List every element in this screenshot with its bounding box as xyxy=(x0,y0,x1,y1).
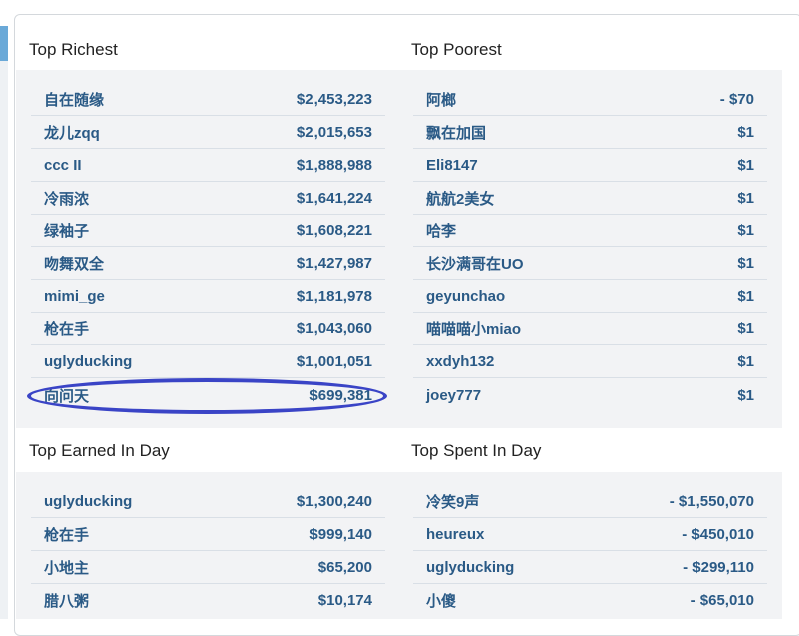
player-money: $1,300,240 xyxy=(296,493,372,510)
player-name[interactable]: 龙儿zqq xyxy=(31,122,100,143)
spent-row[interactable]: 冷笑9声 - $1,550,070 xyxy=(413,486,767,518)
player-money: $1 xyxy=(737,222,754,239)
top-earned-in-day-title: Top Earned In Day xyxy=(29,441,170,460)
player-money: $1 xyxy=(737,255,754,272)
player-money: $1 xyxy=(737,288,754,305)
player-money: $65,200 xyxy=(317,559,372,576)
player-money: $2,015,653 xyxy=(296,124,372,141)
richest-row[interactable]: mimi_ge $1,181,978 xyxy=(31,281,385,313)
player-money: $1,888,988 xyxy=(296,157,372,174)
richest-row[interactable]: 吻舞双全 $1,427,987 xyxy=(31,248,385,280)
richest-row[interactable]: ccc II $1,888,988 xyxy=(31,150,385,182)
player-money: $1 xyxy=(737,157,754,174)
player-name[interactable]: 航航2美女 xyxy=(413,188,494,209)
player-name[interactable]: 小地主 xyxy=(31,557,89,578)
player-money: $1,608,221 xyxy=(296,222,372,239)
player-money: $1 xyxy=(737,353,754,370)
player-name[interactable]: 长沙满哥在UO xyxy=(413,253,524,274)
player-name[interactable]: 冷笑9声 xyxy=(413,491,479,512)
player-money: $1,181,978 xyxy=(296,288,372,305)
richest-row[interactable]: 绿袖子 $1,608,221 xyxy=(31,215,385,247)
poorest-row[interactable]: joey777 $1 xyxy=(413,379,767,411)
poorest-row[interactable]: 喵喵喵小miao $1 xyxy=(413,313,767,345)
player-money: - $70 xyxy=(719,91,754,108)
player-money: - $450,010 xyxy=(682,526,754,543)
player-name[interactable]: 喵喵喵小miao xyxy=(413,318,521,339)
player-name[interactable]: 吻舞双全 xyxy=(31,253,104,274)
player-money: - $65,010 xyxy=(690,591,754,609)
player-money: $699,381 xyxy=(309,386,372,404)
earned-row[interactable]: 小地主 $65,200 xyxy=(31,552,385,584)
player-name[interactable]: 哈李 xyxy=(413,220,456,241)
top-spent-in-day-title: Top Spent In Day xyxy=(411,441,542,460)
poorest-row[interactable]: 长沙满哥在UO $1 xyxy=(413,248,767,280)
player-name[interactable]: 小傻 xyxy=(413,590,456,611)
player-name[interactable]: 自在随缘 xyxy=(31,89,104,110)
player-money: $1,043,060 xyxy=(296,320,372,337)
spent-row[interactable]: uglyducking - $299,110 xyxy=(413,552,767,584)
poorest-row[interactable]: 航航2美女 $1 xyxy=(413,183,767,215)
player-money: $1,641,224 xyxy=(296,190,372,207)
player-money: - $299,110 xyxy=(683,559,754,576)
earned-row[interactable]: uglyducking $1,300,240 xyxy=(31,486,385,518)
top-poorest-title: Top Poorest xyxy=(411,40,502,59)
spent-row[interactable]: 小傻 - $65,010 xyxy=(413,584,767,616)
richest-row[interactable]: uglyducking $1,001,051 xyxy=(31,346,385,378)
player-name[interactable]: geyunchao xyxy=(413,288,505,305)
player-name[interactable]: joey777 xyxy=(413,387,481,404)
background-tab-strip xyxy=(0,26,8,61)
player-name[interactable]: 冷雨浓 xyxy=(31,188,89,209)
player-money: $1 xyxy=(737,386,754,404)
player-name[interactable]: uglyducking xyxy=(31,353,132,370)
richest-row[interactable]: 自在随缘 $2,453,223 xyxy=(31,84,385,116)
richest-row[interactable]: 冷雨浓 $1,641,224 xyxy=(31,183,385,215)
player-name[interactable]: xxdyh132 xyxy=(413,353,494,370)
richest-row[interactable]: 向问天 $699,381 xyxy=(31,379,385,411)
player-money: $1 xyxy=(737,124,754,141)
earned-row[interactable]: 腊八粥 $10,174 xyxy=(31,584,385,616)
poorest-row[interactable]: 飘在加国 $1 xyxy=(413,117,767,149)
player-money: $1 xyxy=(737,190,754,207)
player-name[interactable]: 阿榔 xyxy=(413,89,456,110)
player-name[interactable]: ccc II xyxy=(31,157,82,174)
player-name[interactable]: uglyducking xyxy=(413,559,514,576)
poorest-row[interactable]: 哈李 $1 xyxy=(413,215,767,247)
player-name[interactable]: Eli8147 xyxy=(413,157,478,174)
player-name[interactable]: 腊八粥 xyxy=(31,590,89,611)
player-name[interactable]: uglyducking xyxy=(31,493,132,510)
spent-row[interactable]: heureux - $450,010 xyxy=(413,519,767,551)
player-money: $999,140 xyxy=(309,526,372,543)
player-name[interactable]: mimi_ge xyxy=(31,288,105,305)
earned-row[interactable]: 枪在手 $999,140 xyxy=(31,519,385,551)
player-name[interactable]: heureux xyxy=(413,526,484,543)
poorest-row[interactable]: xxdyh132 $1 xyxy=(413,346,767,378)
player-money: $1,001,051 xyxy=(296,353,372,370)
player-name[interactable]: 向问天 xyxy=(31,385,89,406)
poorest-row[interactable]: Eli8147 $1 xyxy=(413,150,767,182)
richest-row[interactable]: 枪在手 $1,043,060 xyxy=(31,313,385,345)
background-page-edge xyxy=(0,61,8,619)
richest-row[interactable]: 龙儿zqq $2,015,653 xyxy=(31,117,385,149)
player-money: $2,453,223 xyxy=(296,91,372,108)
player-name[interactable]: 飘在加国 xyxy=(413,122,486,143)
top-richest-title: Top Richest xyxy=(29,40,118,59)
player-name[interactable]: 绿袖子 xyxy=(31,220,89,241)
poorest-row[interactable]: geyunchao $1 xyxy=(413,281,767,313)
player-name[interactable]: 枪在手 xyxy=(31,318,89,339)
player-name[interactable]: 枪在手 xyxy=(31,524,89,545)
poorest-row[interactable]: 阿榔 - $70 xyxy=(413,84,767,116)
player-money: $10,174 xyxy=(317,591,372,609)
player-money: $1,427,987 xyxy=(296,255,372,272)
player-money: - $1,550,070 xyxy=(669,493,754,510)
player-money: $1 xyxy=(737,320,754,337)
